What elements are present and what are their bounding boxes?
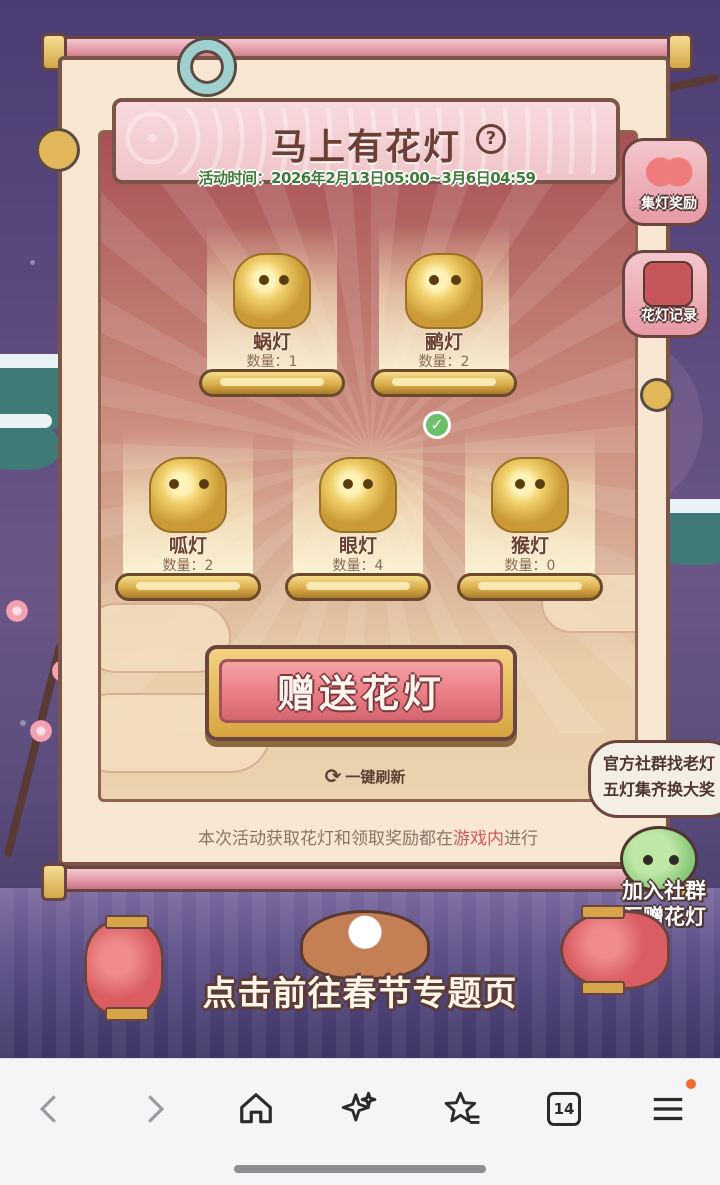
lantern-name: 眼灯	[338, 535, 377, 557]
footer-note: 本次活动获取花灯和领取奖励都在游戏内进行	[62, 824, 674, 849]
frog-lantern-icon	[149, 457, 227, 533]
lantern-name: 猴灯	[510, 535, 549, 557]
refresh-label: 一键刷新	[345, 767, 406, 786]
jade-ring-ornament	[180, 40, 234, 94]
bookmarks-button[interactable]	[432, 1081, 492, 1137]
home-button[interactable]	[226, 1081, 286, 1137]
lantern-card-frog[interactable]: 呱灯 数量：2	[113, 429, 263, 609]
chevron-left-icon	[39, 1095, 56, 1123]
refresh-icon: ⟳	[324, 764, 342, 788]
collect-reward-label: 集灯奖励	[641, 196, 697, 212]
speech-line-1: 官方社群找老灯	[603, 754, 716, 773]
collect-reward-button[interactable]: 集灯奖励	[622, 138, 710, 226]
home-icon	[240, 1093, 272, 1124]
coin-ornament-left	[36, 128, 80, 172]
lantern-pair-icon	[643, 149, 693, 195]
home-indicator[interactable]	[234, 1165, 486, 1173]
chevron-right-icon	[148, 1095, 165, 1123]
footer-note-highlight: 游戏内	[453, 829, 504, 849]
lantern-card-monkey[interactable]: 猴灯 数量：0	[455, 429, 605, 609]
star-list-icon	[444, 1091, 480, 1124]
menu-icon	[653, 1097, 683, 1121]
lantern-qty: 数量：2	[418, 354, 470, 370]
menu-button[interactable]	[638, 1081, 698, 1137]
lantern-display-area: 蜗灯 数量：1 鹂灯 数量：2 呱灯 数量：2 眼灯 数量：4 ✓ 猴灯 数量：…	[98, 130, 638, 802]
forward-button[interactable]	[124, 1081, 184, 1137]
coin-ornament-right	[640, 378, 674, 412]
lantern-pedestal	[199, 369, 345, 397]
scroll-bottom-rod	[41, 863, 693, 901]
ai-assistant-button[interactable]	[329, 1081, 389, 1137]
lantern-qty: 数量：4	[332, 558, 384, 574]
page-title: 马上有花灯	[270, 127, 461, 168]
lantern-pedestal	[285, 573, 431, 601]
lantern-name: 鹂灯	[424, 331, 463, 353]
gift-lantern-button[interactable]: 赠送花灯	[205, 645, 517, 741]
lantern-name: 呱灯	[168, 535, 207, 557]
footer-note-before: 本次活动获取花灯和领取奖励都在	[198, 829, 453, 849]
lantern-card-eye-beast[interactable]: 眼灯 数量：4	[283, 429, 433, 609]
lantern-card-snail[interactable]: 蜗灯 数量：1	[197, 225, 347, 405]
notification-dot	[686, 1079, 696, 1089]
bird-lantern-icon	[405, 253, 483, 329]
lantern-record-label: 花灯记录	[641, 308, 697, 324]
lantern-pedestal	[371, 369, 517, 397]
event-time: 活动时间：2026年2月13日05:00~3月6日04:59	[198, 169, 537, 187]
lantern-record-button[interactable]: 花灯记录	[622, 250, 710, 338]
selected-check-icon: ✓	[423, 411, 451, 439]
record-book-icon	[643, 261, 693, 307]
join-line-1: 加入社群	[622, 879, 706, 903]
lantern-pedestal	[115, 573, 261, 601]
eye-beast-lantern-icon	[319, 457, 397, 533]
back-button[interactable]	[20, 1081, 80, 1137]
monkey-lantern-icon	[491, 457, 569, 533]
lantern-qty: 数量：1	[246, 354, 298, 370]
community-speech-bubble: 官方社群找老灯 五灯集齐换大奖	[588, 740, 720, 818]
refresh-button[interactable]: ⟳ 一键刷新	[285, 763, 445, 789]
gift-lantern-label: 赠送花灯	[276, 672, 445, 716]
snail-lantern-icon	[233, 253, 311, 329]
lantern-qty: 数量：0	[504, 558, 556, 574]
help-icon[interactable]: ?	[476, 124, 506, 154]
lantern-name: 蜗灯	[252, 331, 291, 353]
event-panel: 蜗灯 数量：1 鹂灯 数量：2 呱灯 数量：2 眼灯 数量：4 ✓ 猴灯 数量：…	[58, 56, 670, 866]
tabs-button[interactable]: 14	[534, 1081, 594, 1137]
lantern-card-bird[interactable]: 鹂灯 数量：2	[369, 225, 519, 405]
speech-line-2: 五灯集齐换大奖	[603, 780, 716, 799]
footer-note-after: 进行	[504, 829, 538, 849]
lantern-qty: 数量：2	[162, 558, 214, 574]
spring-festival-link[interactable]: 点击前往春节专题页	[0, 966, 720, 1015]
lantern-pedestal	[457, 573, 603, 601]
sparkle-icon	[341, 1091, 377, 1122]
tab-count: 14	[547, 1092, 581, 1126]
